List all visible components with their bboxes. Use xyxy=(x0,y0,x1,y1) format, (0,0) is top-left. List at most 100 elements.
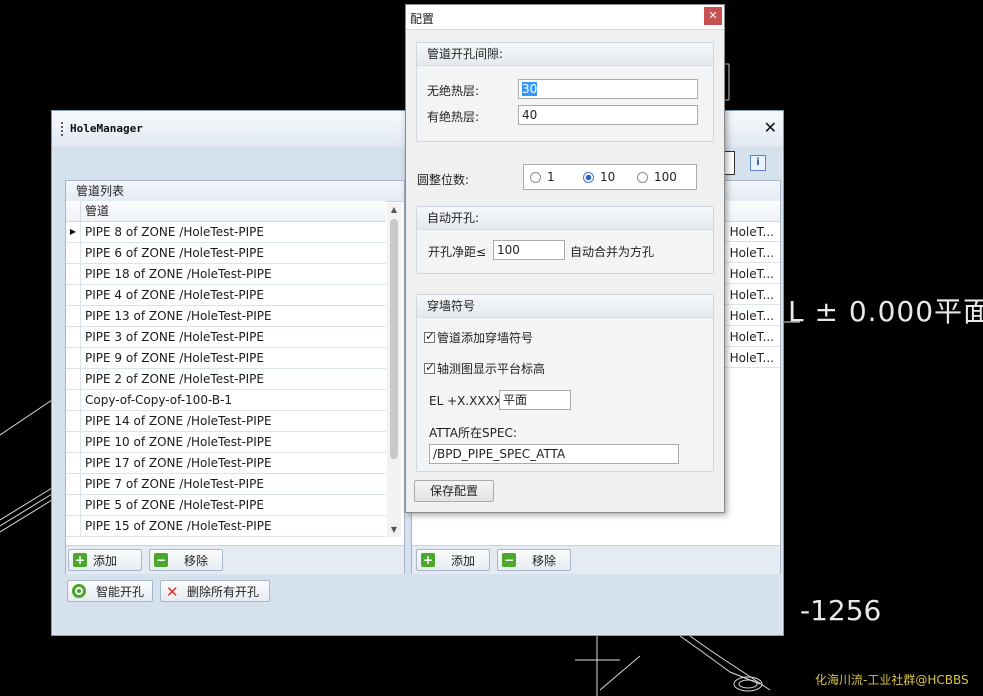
no-insulation-input[interactable]: 30 xyxy=(518,79,698,99)
minus-icon: − xyxy=(154,553,168,567)
pipe-rows: ▶ PIPE 8 of ZONE /HoleTest-PIPE PIPE 6 of … xyxy=(66,222,386,537)
pipe-list-header: 管道列表 xyxy=(66,181,404,202)
clearance-label: 开孔净距≤ xyxy=(428,245,487,259)
plus-icon: + xyxy=(73,553,87,567)
hole-list-toolbar: + 添加 − 移除 xyxy=(412,545,780,574)
add-pipe-button[interactable]: + 添加 xyxy=(68,549,142,571)
table-row[interactable]: PIPE 6 of ZONE /HoleTest-PIPE xyxy=(66,243,386,264)
pipe-name: PIPE 2 of ZONE /HoleTest-PIPE xyxy=(85,372,264,386)
pipe-name: PIPE 14 of ZONE /HoleTest-PIPE xyxy=(85,414,272,428)
rounding-option-label: 10 xyxy=(600,170,616,184)
radio-icon xyxy=(637,172,648,183)
table-row[interactable]: PIPE 15 of ZONE /HoleTest-PIPE xyxy=(66,516,386,537)
row-selector[interactable] xyxy=(66,390,81,410)
rounding-option-100[interactable]: 100 xyxy=(637,170,677,184)
delete-x-icon: ✕ xyxy=(166,583,179,601)
pipe-name: PIPE 3 of ZONE /HoleTest-PIPE xyxy=(85,330,264,344)
row-selector[interactable] xyxy=(66,495,81,515)
no-insulation-label: 无绝热层: xyxy=(427,84,480,98)
row-selector[interactable] xyxy=(66,411,81,431)
add-wall-symbol-checkbox[interactable]: 管道添加穿墙符号 xyxy=(424,329,533,346)
window-title: HoleManager xyxy=(70,122,143,135)
pipe-name: PIPE 5 of ZONE /HoleTest-PIPE xyxy=(85,498,264,512)
target-icon xyxy=(72,584,86,598)
minus-icon: − xyxy=(502,553,516,567)
clearance-input[interactable]: 100 xyxy=(493,240,565,260)
table-row[interactable]: Copy-of-Copy-of-100-B-1 xyxy=(66,390,386,411)
table-row[interactable]: PIPE 10 of ZONE /HoleTest-PIPE xyxy=(66,432,386,453)
rounding-option-10[interactable]: 10 xyxy=(583,170,615,184)
table-row[interactable]: PIPE 4 of ZONE /HoleTest-PIPE xyxy=(66,285,386,306)
show-elevation-checkbox[interactable]: 轴测图显示平台标高 xyxy=(424,360,545,377)
checkbox-checked-icon xyxy=(424,329,435,343)
row-selector[interactable] xyxy=(66,285,81,305)
pipe-name: PIPE 17 of ZONE /HoleTest-PIPE xyxy=(85,456,272,470)
smart-hole-label: 智能开孔 xyxy=(96,585,145,599)
rounding-option-1[interactable]: 1 xyxy=(530,170,555,184)
scroll-up-icon[interactable]: ▲ xyxy=(387,203,401,217)
table-row[interactable]: PIPE 3 of ZONE /HoleTest-PIPE xyxy=(66,327,386,348)
merge-square-label: 自动合并为方孔 xyxy=(570,245,655,259)
plus-icon: + xyxy=(421,553,435,567)
column-header-pipe[interactable]: 管道 xyxy=(81,201,109,221)
info-icon[interactable]: i xyxy=(750,155,766,171)
row-selector[interactable] xyxy=(66,306,81,326)
pipe-name: PIPE 9 of ZONE /HoleTest-PIPE xyxy=(85,351,264,365)
table-row[interactable]: PIPE 14 of ZONE /HoleTest-PIPE xyxy=(66,411,386,432)
rounding-option-label: 100 xyxy=(654,170,677,184)
row-selector[interactable] xyxy=(66,327,81,347)
atta-spec-input[interactable]: /BPD_PIPE_SPEC_ATTA xyxy=(429,444,679,464)
wall-symbol-group-title: 穿墙符号 xyxy=(417,295,713,318)
close-icon[interactable]: ✕ xyxy=(704,7,722,25)
save-config-button[interactable]: 保存配置 xyxy=(414,480,494,502)
with-insulation-input[interactable]: 40 xyxy=(518,105,698,125)
table-row[interactable]: PIPE 2 of ZONE /HoleTest-PIPE xyxy=(66,369,386,390)
auto-hole-group-title: 自动开孔: xyxy=(417,207,713,230)
smart-hole-button[interactable]: 智能开孔 xyxy=(67,580,153,602)
pipe-grid[interactable]: 管道 ▶ PIPE 8 of ZONE /HoleTest-PIPE PIPE 6 … xyxy=(66,201,386,537)
row-selector[interactable] xyxy=(66,369,81,389)
remove-pipe-button[interactable]: − 移除 xyxy=(149,549,223,571)
add-hole-button[interactable]: + 添加 xyxy=(416,549,490,571)
rounding-radio-group: 1 10 100 xyxy=(523,164,697,190)
remove-hole-button[interactable]: − 移除 xyxy=(497,549,571,571)
row-selector[interactable] xyxy=(66,348,81,368)
pipe-list-panel: 管道列表 管道 ▶ PIPE 8 of ZONE /HoleTest-PIPE PI… xyxy=(65,180,405,574)
scroll-down-icon[interactable]: ▼ xyxy=(387,523,401,537)
filter-input[interactable] xyxy=(724,151,735,175)
remove-hole-label: 移除 xyxy=(532,554,557,568)
cad-dimension-text: -1256 xyxy=(800,594,882,627)
table-row[interactable]: PIPE 13 of ZONE /HoleTest-PIPE xyxy=(66,306,386,327)
delete-all-holes-button[interactable]: ✕ 删除所有开孔 xyxy=(160,580,270,602)
with-insulation-label: 有绝热层: xyxy=(427,110,480,124)
table-row[interactable]: PIPE 5 of ZONE /HoleTest-PIPE xyxy=(66,495,386,516)
row-selector[interactable] xyxy=(66,264,81,284)
row-selector[interactable] xyxy=(66,516,81,536)
config-titlebar[interactable]: 配置 ✕ xyxy=(406,5,724,30)
pipe-grid-header[interactable]: 管道 xyxy=(66,201,386,222)
table-row[interactable]: PIPE 18 of ZONE /HoleTest-PIPE xyxy=(66,264,386,285)
row-selector[interactable] xyxy=(66,432,81,452)
table-row[interactable]: PIPE 9 of ZONE /HoleTest-PIPE xyxy=(66,348,386,369)
radio-selected-icon xyxy=(583,172,594,183)
checkbox-checked-icon xyxy=(424,360,435,374)
drag-grip-icon[interactable] xyxy=(60,121,64,137)
row-selector[interactable]: ▶ xyxy=(66,222,81,242)
scroll-thumb[interactable] xyxy=(390,219,398,459)
row-selector[interactable] xyxy=(66,243,81,263)
vertical-scrollbar[interactable]: ▲ ▼ xyxy=(387,203,401,537)
table-row[interactable]: ▶ PIPE 8 of ZONE /HoleTest-PIPE xyxy=(66,222,386,243)
atta-spec-label: ATTA所在SPEC: xyxy=(429,426,517,440)
table-row[interactable]: PIPE 17 of ZONE /HoleTest-PIPE xyxy=(66,453,386,474)
row-selector[interactable] xyxy=(66,453,81,473)
watermark: 化海川流-工业社群@HCBBS xyxy=(815,673,969,687)
pipe-name: Copy-of-Copy-of-100-B-1 xyxy=(85,393,233,407)
row-selector[interactable] xyxy=(66,474,81,494)
table-row[interactable]: PIPE 7 of ZONE /HoleTest-PIPE xyxy=(66,474,386,495)
pipe-name: PIPE 10 of ZONE /HoleTest-PIPE xyxy=(85,435,272,449)
el-input[interactable]: 平面 xyxy=(499,390,571,410)
radio-icon xyxy=(530,172,541,183)
add-hole-label: 添加 xyxy=(451,554,476,568)
close-icon[interactable]: ✕ xyxy=(764,118,777,137)
add-wall-symbol-label: 管道添加穿墙符号 xyxy=(437,331,534,345)
